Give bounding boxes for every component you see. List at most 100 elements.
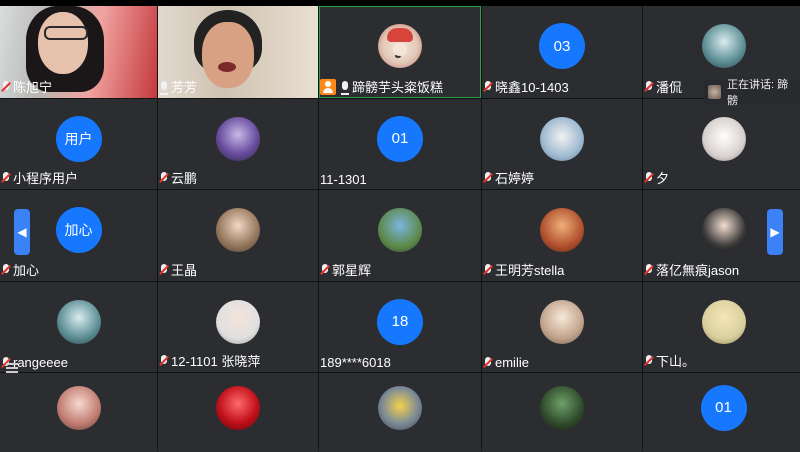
participant-tile[interactable]: rangeeee bbox=[0, 282, 157, 372]
participant-label: 王明芳stella bbox=[483, 260, 564, 279]
mic-muted-icon bbox=[1, 263, 11, 276]
avatar bbox=[216, 385, 260, 430]
host-badge-icon bbox=[320, 78, 336, 95]
initials-avatar: 01 bbox=[700, 384, 747, 431]
initials-avatar: 03 bbox=[539, 23, 585, 70]
avatar bbox=[216, 299, 260, 344]
participant-tile[interactable]: 用户 小程序用户 bbox=[0, 99, 157, 189]
participant-grid: 陈旭宁 芳芳 蹄髈芋头粢饭糕 03 晓鑫10-1403 潘侃 用户 小程序用户 … bbox=[0, 6, 800, 452]
participant-tile[interactable]: 03 晓鑫10-1403 bbox=[482, 6, 642, 98]
participant-tile[interactable]: 01 bbox=[643, 373, 800, 452]
mic-muted-icon bbox=[644, 354, 654, 367]
prev-page-button[interactable]: ◀ bbox=[14, 209, 30, 255]
participant-tile[interactable]: 夕 bbox=[643, 99, 800, 189]
mic-muted-icon bbox=[159, 263, 169, 276]
participant-label: 芳芳 bbox=[159, 77, 197, 96]
participant-label: 蹄髈芋头粢饭糕 bbox=[320, 77, 443, 96]
participant-tile[interactable] bbox=[158, 373, 318, 452]
participant-tile[interactable]: 王明芳stella bbox=[482, 190, 642, 281]
participant-tile[interactable]: 陈旭宁 bbox=[0, 6, 157, 98]
next-page-button[interactable]: ▶ bbox=[767, 209, 783, 255]
initials-avatar: 加心 bbox=[55, 207, 102, 254]
participant-label: 189****6018 bbox=[320, 355, 391, 370]
participant-name: 夕 bbox=[656, 171, 670, 186]
participant-tile[interactable]: 郭星辉 bbox=[319, 190, 481, 281]
participant-name: 潘侃 bbox=[656, 80, 683, 95]
participant-label: emilie bbox=[483, 355, 529, 370]
speaking-text: 正在讲话: 蹄髈 bbox=[727, 79, 789, 107]
initials-avatar: 用户 bbox=[55, 115, 102, 162]
participant-tile[interactable]: 王晶 bbox=[158, 190, 318, 281]
participant-name: 芳芳 bbox=[171, 80, 198, 95]
participant-label: 落亿無痕jason𝅺 bbox=[644, 260, 739, 279]
mic-muted-icon bbox=[483, 80, 493, 93]
avatar bbox=[216, 208, 260, 253]
mic-muted-icon bbox=[159, 171, 169, 184]
participant-label: 12-1101 张晓萍 bbox=[159, 351, 260, 370]
participant-label: 陈旭宁 bbox=[1, 77, 52, 96]
mic-muted-icon bbox=[1, 171, 11, 184]
mic-muted-icon bbox=[644, 263, 654, 276]
participant-tile[interactable] bbox=[319, 373, 481, 452]
participant-tile[interactable]: 18 189****6018 bbox=[319, 282, 481, 372]
participant-tile[interactable]: 12-1101 张晓萍 bbox=[158, 282, 318, 372]
avatar bbox=[56, 385, 101, 430]
mic-icon bbox=[159, 80, 169, 95]
initials-avatar: 01 bbox=[377, 115, 423, 162]
participant-tile[interactable]: emilie bbox=[482, 282, 642, 372]
participant-name: 加心 bbox=[13, 263, 40, 278]
participant-name: 王明芳stella bbox=[495, 263, 565, 278]
avatar bbox=[540, 299, 584, 344]
mic-muted-icon bbox=[1, 80, 11, 93]
participant-label: 石婷婷 bbox=[483, 168, 534, 187]
avatar bbox=[701, 299, 746, 344]
participant-name: 晓鑫10-1403 bbox=[495, 80, 569, 95]
participant-tile[interactable]: 01 11-1301 bbox=[319, 99, 481, 189]
participant-label: 夕 bbox=[644, 168, 669, 187]
avatar bbox=[378, 208, 422, 253]
participant-label: 潘侃 bbox=[644, 77, 682, 96]
participant-tile[interactable]: 芳芳 bbox=[158, 6, 318, 98]
participant-tile[interactable] bbox=[482, 373, 642, 452]
avatar bbox=[540, 208, 584, 253]
participant-tile[interactable]: 云鹏 bbox=[158, 99, 318, 189]
participant-name: 下山。 bbox=[656, 354, 696, 369]
participant-name: 蹄髈芋头粢饭糕 bbox=[352, 80, 444, 95]
participant-name: rangeeee bbox=[13, 355, 68, 370]
participant-name: 云鹏 bbox=[171, 171, 198, 186]
participant-name: 12-1101 张晓萍 bbox=[171, 354, 261, 369]
avatar bbox=[540, 116, 584, 161]
avatar bbox=[540, 385, 584, 430]
mic-icon bbox=[340, 80, 350, 95]
participant-name: 郭星辉 bbox=[332, 263, 372, 278]
mic-muted-icon bbox=[644, 80, 654, 93]
participant-name: 11-1301 bbox=[320, 172, 367, 187]
participant-label: 郭星辉 bbox=[320, 260, 371, 279]
mic-muted-icon bbox=[320, 263, 330, 276]
participant-name: 189****6018 bbox=[320, 355, 391, 370]
participant-tile[interactable]: 下山。 bbox=[643, 282, 800, 372]
participant-label: 11-1301 bbox=[320, 172, 367, 187]
chevron-left-icon: ◀ bbox=[17, 225, 27, 239]
initials-avatar: 18 bbox=[377, 298, 423, 345]
menu-icon[interactable] bbox=[6, 363, 18, 373]
participant-label: 小程序用户 bbox=[1, 168, 78, 187]
participant-name: 落亿無痕jason𝅺 bbox=[656, 263, 740, 278]
speaking-indicator: 正在讲话: 蹄髈 bbox=[704, 79, 800, 107]
avatar bbox=[701, 208, 746, 253]
avatar bbox=[216, 116, 260, 161]
avatar bbox=[701, 116, 746, 161]
participant-tile[interactable]: 蹄髈芋头粢饭糕 bbox=[319, 6, 481, 98]
participant-tile[interactable] bbox=[0, 373, 157, 452]
participant-tile[interactable]: 石婷婷 bbox=[482, 99, 642, 189]
mic-muted-icon bbox=[483, 263, 493, 276]
mic-muted-icon bbox=[483, 356, 493, 369]
participant-name: 王晶 bbox=[171, 263, 198, 278]
avatar bbox=[378, 385, 422, 430]
participant-label: 王晶 bbox=[159, 260, 197, 279]
participant-name: 石婷婷 bbox=[495, 171, 535, 186]
chevron-right-icon: ▶ bbox=[770, 225, 780, 239]
mic-muted-icon bbox=[644, 171, 654, 184]
participant-name: emilie bbox=[495, 355, 529, 370]
mic-muted-icon bbox=[159, 354, 169, 367]
